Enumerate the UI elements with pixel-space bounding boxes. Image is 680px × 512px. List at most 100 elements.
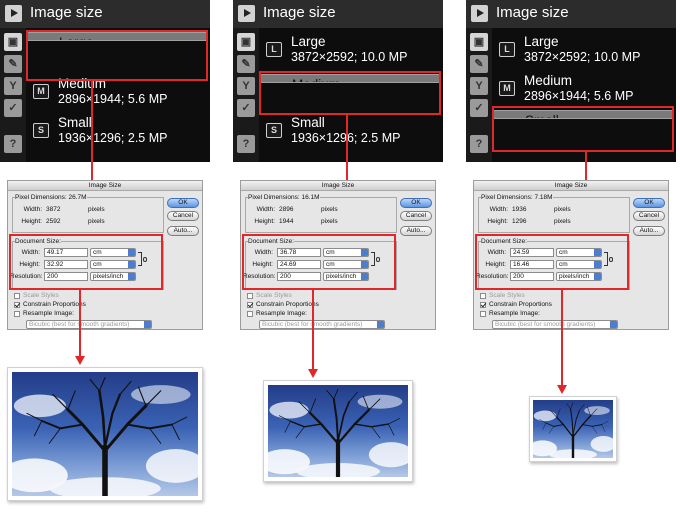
option-dimensions: 3872×2592; 10.0 MP bbox=[291, 50, 408, 64]
dialog-cancel-button[interactable]: Cancel bbox=[400, 211, 432, 221]
chevron-down-icon bbox=[377, 321, 384, 328]
camera-icon[interactable]: ▣ bbox=[470, 33, 488, 51]
option-small[interactable]: S Small 1936×1296; 2.5 MP bbox=[27, 113, 208, 150]
pixel-dimensions-group bbox=[478, 197, 630, 233]
resample-image-label: Resample Image: bbox=[489, 310, 540, 317]
constrain-proportions-label: Constrain Proportions bbox=[23, 301, 86, 308]
menu-title: Image size bbox=[263, 4, 336, 21]
scale-styles-label: Scale Styles bbox=[256, 292, 292, 299]
selected-option-highlight bbox=[26, 30, 208, 81]
resample-image-label: Resample Image: bbox=[256, 310, 307, 317]
wrench-icon[interactable]: Y bbox=[4, 77, 22, 95]
option-large[interactable]: L Large 3872×2592; 10.0 MP bbox=[493, 32, 674, 69]
menu-tabs: ▣ ✎ Y ✓ ? bbox=[0, 28, 26, 162]
resample-image-checkbox[interactable] bbox=[14, 311, 20, 317]
dialog-cancel-button[interactable]: Cancel bbox=[167, 211, 199, 221]
help-icon[interactable]: ? bbox=[237, 135, 255, 153]
width-label: Width: bbox=[23, 206, 42, 213]
result-photo-small bbox=[529, 396, 617, 462]
dialog-title: Image Size bbox=[474, 181, 668, 191]
dialog-title: Image Size bbox=[8, 181, 202, 191]
pixel-height-value: 1944 bbox=[279, 218, 294, 225]
panel-large: Image size ▣ ✎ Y ✓ ? L Large 3872×2592; … bbox=[0, 0, 212, 512]
resample-image-checkbox[interactable] bbox=[247, 311, 253, 317]
dialog-auto-button[interactable]: Auto... bbox=[633, 226, 665, 236]
retouch-icon[interactable]: ✓ bbox=[470, 99, 488, 117]
scale-styles-checkbox[interactable] bbox=[480, 293, 486, 299]
document-size-highlight bbox=[9, 234, 163, 290]
pixel-height-value: 2592 bbox=[46, 218, 61, 225]
retouch-icon[interactable]: ✓ bbox=[237, 99, 255, 117]
selected-option-highlight bbox=[492, 106, 674, 152]
resample-method-select[interactable]: Bicubic (best for smooth gradients) bbox=[259, 320, 385, 329]
constrain-proportions-checkbox[interactable] bbox=[14, 302, 20, 308]
pixel-dimensions-group bbox=[12, 197, 164, 233]
camera-icon[interactable]: ▣ bbox=[237, 33, 255, 51]
option-large[interactable]: L Large 3872×2592; 10.0 MP bbox=[260, 32, 441, 69]
scale-styles-checkbox[interactable] bbox=[247, 293, 253, 299]
height-label: Height: bbox=[21, 218, 42, 225]
scale-styles-checkbox[interactable] bbox=[14, 293, 20, 299]
menu-tabs: ▣ ✎ Y ✓ ? bbox=[466, 28, 492, 162]
pixel-dimensions-label: Pixel Dimensions: 26.7M bbox=[15, 194, 87, 201]
option-small[interactable]: S Small 1936×1296; 2.5 MP bbox=[260, 113, 441, 150]
tree-silhouette bbox=[533, 402, 613, 458]
dialog-ok-button[interactable]: OK bbox=[400, 198, 432, 208]
pencil-icon[interactable]: ✎ bbox=[4, 55, 22, 73]
menu-header: Image size bbox=[233, 0, 443, 28]
wrench-icon[interactable]: Y bbox=[470, 77, 488, 95]
resample-method-select[interactable]: Bicubic (best for smooth gradients) bbox=[492, 320, 618, 329]
dialog-ok-button[interactable]: OK bbox=[167, 198, 199, 208]
width-label: Width: bbox=[256, 206, 275, 213]
quality-medium-icon: M bbox=[499, 81, 515, 96]
option-medium[interactable]: M Medium 2896×1944; 5.6 MP bbox=[493, 71, 674, 108]
arrow-line bbox=[312, 290, 314, 370]
pixel-dimensions-label: Pixel Dimensions: 7.18M bbox=[481, 194, 553, 201]
result-photo-large bbox=[7, 367, 203, 501]
constrain-proportions-checkbox[interactable] bbox=[247, 302, 253, 308]
dialog-auto-button[interactable]: Auto... bbox=[400, 226, 432, 236]
pixel-width-value: 3872 bbox=[46, 206, 61, 213]
camera-image-size-menu: Image size ▣ ✎ Y ✓ ? L Large 3872×2592; … bbox=[0, 0, 210, 162]
pixel-width-value: 2896 bbox=[279, 206, 294, 213]
playback-icon bbox=[238, 5, 255, 22]
document-size-highlight bbox=[242, 234, 396, 290]
height-label: Height: bbox=[254, 218, 275, 225]
resample-method-select[interactable]: Bicubic (best for smooth gradients) bbox=[26, 320, 152, 329]
document-size-highlight bbox=[475, 234, 629, 290]
menu-title: Image size bbox=[496, 4, 569, 21]
dialog-cancel-button[interactable]: Cancel bbox=[633, 211, 665, 221]
pixels-unit: pixels bbox=[554, 206, 571, 213]
pixels-unit: pixels bbox=[88, 218, 105, 225]
scale-styles-label: Scale Styles bbox=[23, 292, 59, 299]
panel-small: Image size ▣ ✎ Y ✓ ? L Large 3872×2592; … bbox=[466, 0, 678, 512]
resample-image-label: Resample Image: bbox=[23, 310, 74, 317]
option-size: Small bbox=[58, 115, 92, 130]
pencil-icon[interactable]: ✎ bbox=[470, 55, 488, 73]
arrow-head-icon bbox=[308, 369, 318, 378]
retouch-icon[interactable]: ✓ bbox=[4, 99, 22, 117]
wrench-icon[interactable]: Y bbox=[237, 77, 255, 95]
dialog-ok-button[interactable]: OK bbox=[633, 198, 665, 208]
quality-small-icon: S bbox=[33, 123, 49, 138]
panel-medium: Image size ▣ ✎ Y ✓ ? L Large 3872×2592; … bbox=[233, 0, 445, 512]
pencil-icon[interactable]: ✎ bbox=[237, 55, 255, 73]
arrow-line bbox=[561, 290, 563, 386]
help-icon[interactable]: ? bbox=[4, 135, 22, 153]
tree-photo bbox=[12, 372, 198, 496]
width-label: Width: bbox=[489, 206, 508, 213]
option-dimensions: 2896×1944; 5.6 MP bbox=[524, 89, 634, 103]
quality-medium-icon: M bbox=[33, 84, 49, 99]
camera-icon[interactable]: ▣ bbox=[4, 33, 22, 51]
scale-styles-label: Scale Styles bbox=[489, 292, 525, 299]
help-icon[interactable]: ? bbox=[470, 135, 488, 153]
resample-image-checkbox[interactable] bbox=[480, 311, 486, 317]
constrain-proportions-checkbox[interactable] bbox=[480, 302, 486, 308]
menu-tabs: ▣ ✎ Y ✓ ? bbox=[233, 28, 259, 162]
pixels-unit: pixels bbox=[321, 218, 338, 225]
menu-header: Image size bbox=[0, 0, 210, 28]
pixel-width-value: 1936 bbox=[512, 206, 527, 213]
quality-small-icon: S bbox=[266, 123, 282, 138]
dialog-title: Image Size bbox=[241, 181, 435, 191]
dialog-auto-button[interactable]: Auto... bbox=[167, 226, 199, 236]
